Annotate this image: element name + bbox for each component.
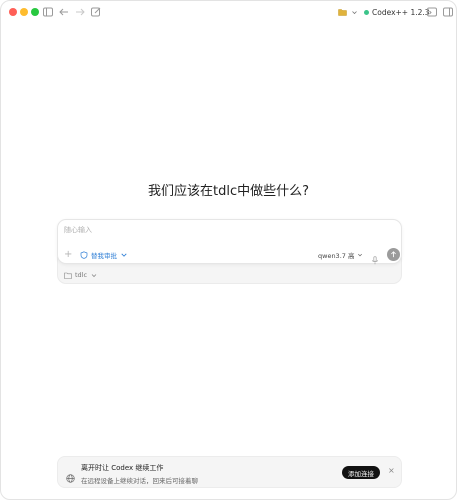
close-window-button[interactable] [9,8,17,16]
send-button[interactable] [387,248,400,261]
terminal-icon[interactable] [426,6,438,18]
banner-title: 离开时让 Codex 继续工作 [81,464,164,472]
chevron-down-icon [358,253,363,257]
chevron-down-icon [121,253,127,257]
banner-subtitle: 在远程设备上继续对话，回来后可接着聊 [81,477,198,485]
message-input[interactable]: 随心输入 [64,225,92,235]
app-version-badge[interactable]: Codex++ 1.2.3 [364,4,430,20]
workspace-selector[interactable]: tdlc [64,271,98,279]
arrow-up-icon [391,251,396,258]
model-selector[interactable]: qwen3.7 高 [318,250,363,260]
approval-mode-selector[interactable]: 替我审批 [80,250,128,260]
title-bar: Codex++ 1.2.3 [1,1,456,23]
remote-connect-banner: 离开时让 Codex 继续工作 在远程设备上继续对话，回来后可接着聊 添加连接 … [57,456,402,488]
add-attachment-icon[interactable]: + [64,250,72,260]
maximize-window-button[interactable] [31,8,39,16]
folder-icon [338,9,347,16]
status-dot [364,9,369,15]
sidebar-toggle-icon[interactable] [42,6,54,18]
microphone-icon[interactable] [371,250,379,265]
globe-icon [66,468,75,483]
message-composer[interactable]: 随心输入 + 替我审批 qwen3.7 高 [57,219,402,265]
add-connection-button[interactable]: 添加连接 [342,466,380,479]
folder-selector[interactable] [338,6,358,18]
workspace-label: tdlc [75,271,88,279]
approval-mode-label: 替我审批 [91,252,117,260]
new-chat-icon[interactable] [90,6,102,18]
model-label: qwen3.7 高 [318,252,355,260]
close-icon[interactable]: × [388,467,396,475]
page-title: 我们应该在tdlc中做些什么? [147,184,309,199]
folder-icon [64,272,72,279]
app-window: Codex++ 1.2.3 我们应该在tdlc中做些什么? 随心输入 + 替我审… [0,0,457,500]
back-arrow-icon[interactable] [58,6,70,18]
chevron-down-icon [352,10,357,14]
minimize-window-button[interactable] [20,8,28,16]
forward-arrow-icon[interactable] [74,6,86,18]
panel-toggle-icon[interactable] [442,6,454,18]
shield-icon [80,251,88,259]
app-version-label: Codex++ 1.2.3 [372,7,430,17]
chevron-down-icon [91,273,97,277]
